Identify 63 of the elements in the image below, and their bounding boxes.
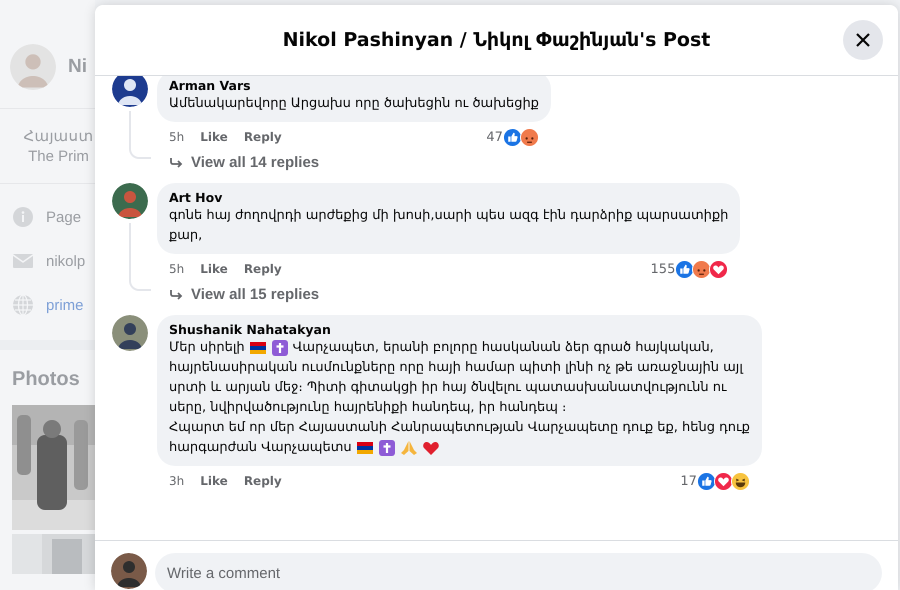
intro-text: Հայաստ <box>24 127 94 145</box>
comment-field[interactable]: Write a comment <box>155 553 882 590</box>
commenter-avatar <box>112 315 148 351</box>
comment-text: հայրենասիրական ուսմունքները որը հայի համար պիտի լինի ոչ թե առաջնային այլ <box>169 359 743 377</box>
comment-time: 5h <box>169 262 184 276</box>
like-reaction-icon <box>502 128 522 146</box>
cross-icon <box>378 440 396 456</box>
comment-text: սրտի և արյան մեջ։ Պիտի գիտակցի իր հայ ծնվելու պատասխանատվությունն ու <box>169 379 727 397</box>
comment-author[interactable]: Shushanik Nahatakyan <box>169 321 750 338</box>
reaction-count: 155 <box>650 262 676 276</box>
reaction-count: 17 <box>680 474 697 488</box>
like-button[interactable]: Like <box>200 130 228 144</box>
like-reaction-icon <box>696 472 716 490</box>
thread-line <box>129 111 151 159</box>
view-replies-link[interactable]: View all 15 replies <box>157 280 320 307</box>
info-icon <box>12 206 34 228</box>
like-button[interactable]: Like <box>200 262 228 276</box>
cross-icon <box>270 340 289 356</box>
reply-button[interactable]: Reply <box>244 262 282 276</box>
flag-icon <box>356 440 374 456</box>
profile-avatar <box>10 44 56 90</box>
flag-icon <box>248 340 267 356</box>
praying-hands-icon <box>400 440 418 456</box>
comment-time: 5h <box>169 130 184 144</box>
close-icon <box>855 32 871 48</box>
reply-button[interactable]: Reply <box>244 474 282 488</box>
globe-icon <box>12 294 34 316</box>
view-replies-link[interactable]: View all 14 replies <box>157 148 320 175</box>
intro-text: The Prim <box>28 148 89 165</box>
info-text: nikolp <box>46 252 86 270</box>
angry-reaction-icon <box>692 260 712 278</box>
reaction-count: 47 <box>486 130 503 144</box>
comment-text: սերը, նվիրվածությունը հայրենիքի հանդեպ, իր հանդեպ ։ <box>169 399 566 417</box>
profile-name: Ni <box>68 56 87 78</box>
heart-icon <box>422 440 440 456</box>
commenter-avatar <box>112 76 148 107</box>
reply-arrow-icon <box>169 288 183 300</box>
comment-text: Վարչապետ, երանի բոլորը հասկանան ձեր գրած հայկական, <box>292 339 714 357</box>
dialog-title: Nikol Pashinyan / Նիկոլ Փաշինյան's Post <box>282 29 710 51</box>
comment-author[interactable]: Arman Vars <box>169 77 539 94</box>
comment-text: Հպարտ եմ որ մեր Հայաստանի Հանրապետության Վարչապետը դուք եք, հենց դուք <box>169 419 750 437</box>
reply-arrow-icon <box>169 156 183 168</box>
info-text: Page <box>46 208 82 226</box>
commenter-avatar <box>112 183 148 219</box>
comment-text: Մեր սիրելի <box>169 339 245 357</box>
comment-text: գոնե հայ ժողովրդի արժեքից մի խոսի,սարի պես ազգ էին դարձրիք պարսատիքի <box>169 207 728 225</box>
thread-line <box>129 223 151 291</box>
comment-text: հարգարժան Վարչապետս <box>169 439 352 457</box>
like-reaction-icon <box>675 260 694 278</box>
love-reaction-icon <box>714 472 733 490</box>
comment-text: քար, <box>169 227 202 245</box>
comment-author[interactable]: Art Hov <box>169 189 728 206</box>
love-reaction-icon <box>709 260 728 278</box>
reply-button[interactable]: Reply <box>244 130 282 144</box>
comment-text: Ամենակարեվորը Արցախս որը ծախեցին ու ծախեցիք <box>169 95 539 113</box>
info-text: prime <box>46 296 84 314</box>
comment-time: 3h <box>169 474 184 488</box>
close-button[interactable] <box>843 20 883 60</box>
section-title: Photos <box>11 367 81 392</box>
user-avatar <box>111 553 147 589</box>
angry-reaction-icon <box>520 128 539 146</box>
like-button[interactable]: Like <box>200 474 228 488</box>
laughing-reaction-icon <box>730 472 750 490</box>
